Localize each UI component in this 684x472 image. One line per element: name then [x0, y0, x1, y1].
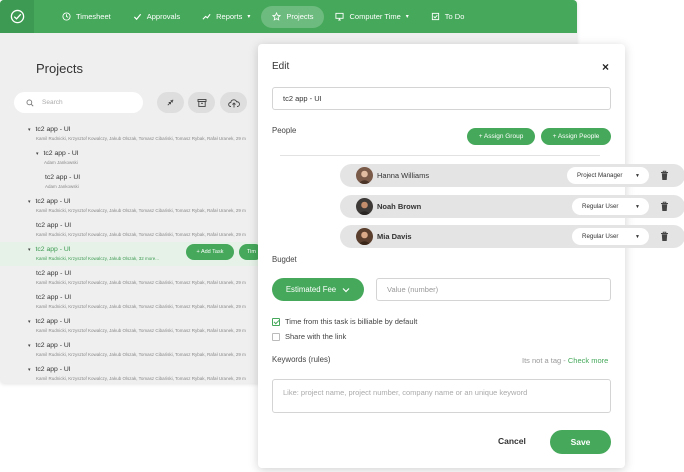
- dialog-title: Edit: [272, 61, 290, 72]
- role-value: Regular User: [582, 203, 619, 210]
- assign-people-button[interactable]: + Assign People: [541, 128, 611, 145]
- caret-down-icon[interactable]: ▾: [28, 319, 31, 325]
- trash-icon[interactable]: [660, 201, 669, 212]
- page-title: Projects: [36, 61, 83, 76]
- trend-icon: [202, 13, 211, 20]
- collapse-icon: [167, 99, 174, 106]
- role-select[interactable]: Project Manager ▼: [567, 167, 649, 184]
- billable-label: Time from this task is billiable by defa…: [285, 317, 418, 326]
- role-select[interactable]: Regular User ▼: [572, 228, 649, 245]
- keywords-note-text: Its not a tag -: [522, 356, 568, 365]
- billable-checkbox[interactable]: [272, 318, 280, 326]
- person-row: Noah Brown Regular User ▼: [340, 195, 684, 218]
- row-title: tc2 app - UI: [35, 342, 71, 349]
- avatar: [356, 167, 373, 184]
- search-input[interactable]: [42, 99, 132, 106]
- archive-button[interactable]: [188, 92, 215, 113]
- estimated-fee-button[interactable]: Estimated Fee: [272, 278, 364, 301]
- project-name-input[interactable]: [272, 87, 611, 110]
- person-name: Hanna Williams: [377, 171, 430, 180]
- avatar: [356, 198, 373, 215]
- add-task-button[interactable]: + Add Task: [186, 244, 234, 260]
- chevron-down-icon: ▾: [405, 14, 409, 20]
- nav-projects-label: Projects: [286, 12, 314, 21]
- avatar: [356, 228, 373, 245]
- caret-down-icon[interactable]: ▾: [28, 247, 31, 253]
- person-row: Mia Davis Regular User ▼: [340, 225, 684, 248]
- row-title: tc2 app - UI: [35, 198, 71, 205]
- row-title: tc2 app - UI: [35, 246, 71, 253]
- clock-icon: [62, 12, 71, 21]
- save-button[interactable]: Save: [550, 430, 611, 454]
- share-label: Share with the link: [285, 332, 347, 341]
- top-navigation: Timesheet Approvals Reports ▾ Projects C…: [0, 0, 577, 33]
- nav-projects[interactable]: Projects: [261, 5, 325, 28]
- fee-button-label: Estimated Fee: [285, 285, 337, 294]
- nav-timesheet[interactable]: Timesheet: [51, 6, 122, 28]
- caret-down-icon[interactable]: ▾: [28, 127, 31, 133]
- caret-down-icon[interactable]: ▾: [28, 199, 31, 205]
- cancel-button[interactable]: Cancel: [498, 436, 526, 446]
- app-logo[interactable]: [0, 0, 34, 33]
- logo-icon: [10, 9, 24, 24]
- search-icon: [26, 99, 34, 107]
- person-name: Mia Davis: [377, 232, 412, 241]
- people-label: People: [272, 126, 297, 135]
- nav-approvals-label: Approvals: [146, 12, 181, 21]
- check-more-link[interactable]: Check more: [568, 356, 608, 365]
- role-value: Regular User: [582, 233, 619, 240]
- row-title: tc2 app - UI: [36, 270, 72, 277]
- cloud-upload-icon: [227, 98, 240, 107]
- share-checkbox[interactable]: [272, 333, 280, 341]
- search-box[interactable]: [14, 92, 143, 113]
- trash-icon[interactable]: [660, 170, 669, 181]
- nav-timesheet-label: Timesheet: [76, 12, 111, 21]
- row-title: tc2 app - UI: [36, 222, 72, 229]
- nav-reports[interactable]: Reports ▾: [191, 6, 261, 28]
- chevron-down-icon: [342, 287, 350, 292]
- keywords-note: Its not a tag - Check more: [522, 356, 608, 365]
- nav-approvals[interactable]: Approvals: [122, 6, 191, 28]
- row-title: tc2 app - UI: [36, 294, 72, 301]
- assign-group-button[interactable]: + Assign Group: [467, 128, 535, 145]
- collapse-button[interactable]: [157, 92, 184, 113]
- stage: Timesheet Approvals Reports ▾ Projects C…: [0, 0, 684, 472]
- budget-value-input[interactable]: [376, 278, 611, 301]
- role-select[interactable]: Regular User ▼: [572, 198, 649, 215]
- budget-label: Bugdet: [272, 255, 297, 264]
- close-icon[interactable]: ×: [602, 60, 609, 74]
- nav-computer-time-label: Computer Time: [349, 12, 401, 21]
- row-title: tc2 app - UI: [35, 366, 71, 373]
- nav-todo[interactable]: To Do: [420, 6, 476, 28]
- nav-reports-label: Reports: [216, 12, 243, 21]
- caret-down-icon[interactable]: ▾: [28, 343, 31, 349]
- edit-dialog: Edit × People + Assign Group + Assign Pe…: [258, 44, 684, 468]
- person-name: Noah Brown: [377, 202, 422, 211]
- keywords-input[interactable]: [272, 379, 611, 413]
- star-icon: [272, 12, 282, 21]
- chevron-down-icon: ▼: [635, 172, 640, 179]
- divider: [280, 155, 600, 156]
- archive-icon: [197, 98, 206, 107]
- caret-down-icon[interactable]: ▾: [36, 151, 39, 157]
- keywords-label: Keywords (rules): [272, 355, 331, 364]
- check-icon: [133, 13, 141, 21]
- row-title: tc2 app - UI: [35, 318, 71, 325]
- person-row: Hanna Williams Project Manager ▼: [340, 164, 684, 187]
- caret-down-icon[interactable]: ▾: [28, 367, 31, 373]
- checkbox-icon: [431, 12, 439, 21]
- row-title: tc2 app - UI: [35, 126, 71, 133]
- nav-computer-time[interactable]: Computer Time ▾: [324, 6, 419, 28]
- row-title: tc2 app - UI: [45, 174, 81, 181]
- upload-button[interactable]: [220, 92, 247, 113]
- row-title: tc2 app - UI: [43, 150, 79, 157]
- chevron-down-icon: ▼: [635, 203, 640, 210]
- trash-icon[interactable]: [660, 231, 669, 242]
- monitor-icon: [335, 12, 345, 21]
- chevron-down-icon: ▾: [247, 14, 251, 20]
- nav-todo-label: To Do: [444, 12, 465, 21]
- role-value: Project Manager: [577, 172, 623, 179]
- chevron-down-icon: ▼: [635, 233, 640, 240]
